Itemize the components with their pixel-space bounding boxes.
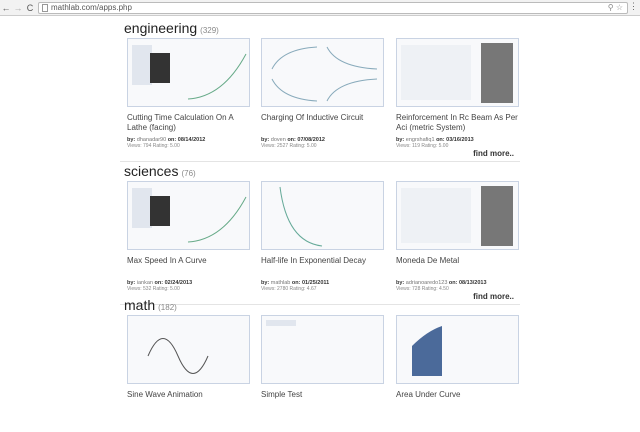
section-title[interactable]: sciences (124, 163, 178, 179)
app-card[interactable]: Cutting Time Calculation On A Lathe (fac… (127, 38, 250, 149)
browser-toolbar: ← → C mathlab.com/apps.php ⚲ ☆ ⋮ (0, 0, 640, 16)
forward-icon[interactable]: → (12, 3, 24, 13)
app-thumbnail[interactable] (127, 315, 250, 384)
app-card[interactable]: Area Under Curve (396, 315, 519, 410)
app-title[interactable]: Half-life In Exponential Decay (261, 256, 384, 276)
app-thumbnail[interactable] (396, 38, 519, 107)
app-card[interactable]: Sine Wave Animation (127, 315, 250, 410)
section-divider (120, 161, 520, 162)
app-date: 08/14/2012 (177, 137, 206, 143)
app-title[interactable]: Max Speed In A Curve (127, 256, 250, 276)
app-card[interactable]: Half-life In Exponential Decay by: mathla… (261, 181, 384, 292)
section-title[interactable]: math (124, 297, 155, 313)
section-count: (329) (200, 26, 219, 35)
section-sciences: sciences (76) Max Speed In A Curve by: ian… (124, 163, 520, 301)
url-text: mathlab.com/apps.php (51, 3, 132, 12)
app-stats: Views: 2527 Rating: 5.00 (261, 143, 317, 149)
app-title[interactable]: Charging Of Inductive Circuit (261, 113, 384, 133)
app-card[interactable]: Charging Of Inductive Circuit by: doven o… (261, 38, 384, 149)
app-stats: Views: 794 Rating: 5.00 (127, 143, 180, 149)
bookmark-star-icon[interactable]: ⚲ ☆ (608, 3, 623, 13)
app-title[interactable]: Moneda De Metal (396, 256, 519, 276)
app-thumbnail[interactable] (127, 38, 250, 107)
reload-icon[interactable]: C (24, 3, 36, 13)
section-math: math (182) Sine Wave Animation Simple Tes… (124, 297, 520, 432)
app-date: 03/16/2013 (446, 137, 474, 143)
app-card[interactable]: Max Speed In A Curve by: iankan on: 02/24… (127, 181, 250, 292)
app-thumbnail[interactable] (396, 315, 519, 384)
app-title[interactable]: Reinforcement In Rc Beam As Per Aci (met… (396, 113, 519, 133)
app-title[interactable]: Cutting Time Calculation On A Lathe (fac… (127, 113, 250, 133)
app-thumbnail[interactable] (261, 181, 384, 250)
address-bar[interactable]: mathlab.com/apps.php ⚲ ☆ (38, 2, 628, 14)
section-count: (76) (181, 169, 196, 178)
app-thumbnail[interactable] (127, 181, 250, 250)
app-card[interactable]: Reinforcement In Rc Beam As Per Aci (met… (396, 38, 519, 149)
app-title[interactable]: Simple Test (261, 390, 384, 410)
find-more-link[interactable]: find more.. (473, 149, 514, 158)
app-thumbnail[interactable] (396, 181, 519, 250)
app-card[interactable]: Moneda De Metal by: adrianoaredo123 on: 0… (396, 181, 519, 292)
app-thumbnail[interactable] (261, 38, 384, 107)
section-heading[interactable]: sciences (76) (124, 163, 520, 181)
app-card[interactable]: Simple Test (261, 315, 384, 410)
page-icon (42, 4, 48, 12)
app-title[interactable]: Sine Wave Animation (127, 390, 250, 410)
section-heading[interactable]: engineering (329) (124, 20, 520, 38)
app-title[interactable]: Area Under Curve (396, 390, 519, 410)
back-icon[interactable]: ← (0, 3, 12, 13)
app-thumbnail[interactable] (261, 315, 384, 384)
section-title[interactable]: engineering (124, 20, 197, 36)
section-heading[interactable]: math (182) (124, 297, 520, 315)
section-engineering: engineering (329) Cutting Time Calculatio… (124, 20, 520, 158)
app-stats: Views: 2780 Rating: 4.67 (261, 286, 317, 292)
menu-icon[interactable]: ⋮ (629, 1, 638, 12)
section-count: (182) (158, 303, 177, 312)
app-stats: Views: 532 Rating: 5.00 (127, 286, 180, 292)
app-date: 08/13/2013 (459, 280, 487, 286)
